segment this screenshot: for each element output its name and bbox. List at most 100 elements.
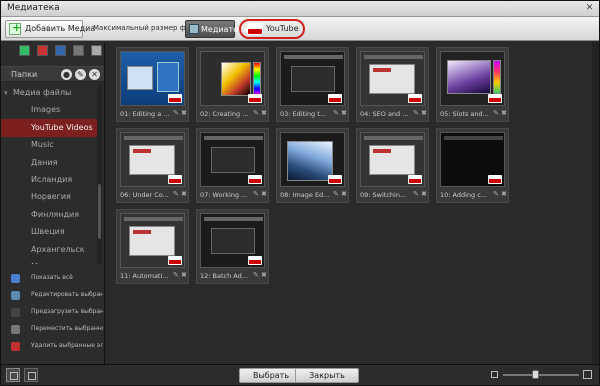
delete-item-icon[interactable]: ✖ bbox=[421, 190, 427, 198]
delete-item-icon[interactable]: ✖ bbox=[341, 190, 347, 198]
media-item[interactable]: 01: Editing a ... ✎ ✖ bbox=[116, 47, 189, 122]
zoom-slider-handle[interactable] bbox=[532, 370, 539, 379]
add-media-button[interactable]: Добавить Медиа bbox=[5, 20, 95, 38]
folder-item[interactable]: Images bbox=[1, 101, 97, 119]
folders-header: Папки ● ✎ ✕ bbox=[1, 66, 104, 82]
rename-folder-icon[interactable]: ✎ bbox=[75, 69, 86, 80]
video-thumbnail[interactable] bbox=[440, 51, 505, 106]
media-item-caption: 02: Creating ... bbox=[200, 110, 249, 118]
media-item[interactable]: 10: Adding c... ✎ ✖ bbox=[436, 128, 509, 203]
youtube-badge-icon bbox=[168, 256, 182, 265]
video-thumbnail[interactable] bbox=[360, 51, 425, 106]
folder-item[interactable]: Архангельск bbox=[1, 241, 97, 259]
select-button[interactable]: Выбрать bbox=[239, 368, 303, 383]
delete-item-icon[interactable]: ✖ bbox=[181, 109, 187, 117]
tab-media-library[interactable]: Медиатека bbox=[185, 20, 248, 38]
edit-item-icon[interactable]: ✎ bbox=[253, 271, 259, 279]
tab-youtube[interactable]: YouTube bbox=[239, 19, 305, 39]
edit-item-icon[interactable]: ✎ bbox=[173, 109, 179, 117]
action-item[interactable]: Удалить выбранные элемент bbox=[1, 338, 104, 356]
edit-item-icon[interactable]: ✎ bbox=[173, 271, 179, 279]
media-item-caption: 06: Under Co... bbox=[120, 191, 169, 199]
action-item[interactable]: Предзагрузить выбранные э bbox=[1, 304, 104, 322]
edit-item-icon[interactable]: ✎ bbox=[253, 109, 259, 117]
zoom-in-icon[interactable] bbox=[583, 370, 592, 379]
media-item[interactable]: 06: Under Co... ✎ ✖ bbox=[116, 128, 189, 203]
media-item-caption: 03: Editing t... bbox=[280, 110, 326, 118]
folder-tree: Медиа файлыImagesYouTube VideosMusicДани… bbox=[1, 84, 97, 264]
edit-item-icon[interactable]: ✎ bbox=[413, 190, 419, 198]
youtube-badge-icon bbox=[168, 175, 182, 184]
list-view-icon[interactable] bbox=[24, 368, 38, 382]
folder-item[interactable]: YouTube Videos bbox=[1, 118, 97, 137]
edit-item-icon[interactable]: ✎ bbox=[413, 109, 419, 117]
edit-item-icon[interactable]: ✎ bbox=[333, 190, 339, 198]
video-thumbnail[interactable] bbox=[200, 51, 265, 106]
action-icon bbox=[11, 274, 20, 283]
close-button[interactable]: Закрыть bbox=[295, 368, 359, 383]
video-thumbnail[interactable] bbox=[120, 51, 185, 106]
media-item-caption: 04: SEO and ... bbox=[360, 110, 409, 118]
video-thumbnail[interactable] bbox=[280, 51, 345, 106]
folder-item[interactable]: Медиа файлы bbox=[1, 84, 97, 102]
video-thumbnail[interactable] bbox=[200, 132, 265, 187]
youtube-badge-icon bbox=[488, 94, 502, 103]
zoom-slider[interactable] bbox=[503, 374, 579, 376]
delete-item-icon[interactable]: ✖ bbox=[261, 190, 267, 198]
delete-item-icon[interactable]: ✖ bbox=[261, 109, 267, 117]
action-icon bbox=[11, 325, 20, 334]
delete-item-icon[interactable]: ✖ bbox=[261, 271, 267, 279]
edit-item-icon[interactable]: ✎ bbox=[333, 109, 339, 117]
media-item[interactable]: 07: Working ... ✎ ✖ bbox=[196, 128, 269, 203]
filter-all-icon[interactable] bbox=[19, 45, 30, 56]
delete-item-icon[interactable]: ✖ bbox=[341, 109, 347, 117]
delete-item-icon[interactable]: ✖ bbox=[501, 190, 507, 198]
folder-tree-scrollbar[interactable] bbox=[97, 84, 102, 264]
delete-item-icon[interactable]: ✖ bbox=[421, 109, 427, 117]
media-item[interactable]: 08: Image Ed... ✎ ✖ bbox=[276, 128, 349, 203]
media-item[interactable]: 12: Batch Ad... ✎ ✖ bbox=[196, 209, 269, 284]
media-grid-scrollbar[interactable] bbox=[592, 42, 599, 364]
folder-item[interactable]: Мурманск bbox=[1, 258, 97, 264]
edit-item-icon[interactable]: ✎ bbox=[253, 190, 259, 198]
media-item[interactable]: 02: Creating ... ✎ ✖ bbox=[196, 47, 269, 122]
filter-documents-icon[interactable] bbox=[37, 45, 48, 56]
video-thumbnail[interactable] bbox=[200, 213, 265, 268]
video-thumbnail[interactable] bbox=[280, 132, 345, 187]
folder-item[interactable]: Норвегия bbox=[1, 188, 97, 206]
filter-images-icon[interactable] bbox=[55, 45, 66, 56]
media-item[interactable]: 03: Editing t... ✎ ✖ bbox=[276, 47, 349, 122]
folder-item[interactable]: Music bbox=[1, 136, 97, 154]
action-item[interactable]: Переместить выбранные эле bbox=[1, 321, 104, 339]
action-item[interactable]: Редактировать выбранный э bbox=[1, 287, 104, 305]
folder-item[interactable]: Исландия bbox=[1, 171, 97, 189]
video-thumbnail[interactable] bbox=[120, 213, 185, 268]
edit-item-icon[interactable]: ✎ bbox=[493, 109, 499, 117]
zoom-out-icon[interactable] bbox=[491, 371, 498, 378]
close-window-button[interactable]: ✕ bbox=[584, 3, 595, 14]
delete-item-icon[interactable]: ✖ bbox=[181, 190, 187, 198]
media-item[interactable]: 11: Automati... ✎ ✖ bbox=[116, 209, 189, 284]
tab-youtube-label: YouTube bbox=[266, 24, 299, 33]
video-thumbnail[interactable] bbox=[360, 132, 425, 187]
media-item[interactable]: 05: Slots and... ✎ ✖ bbox=[436, 47, 509, 122]
edit-item-icon[interactable]: ✎ bbox=[493, 190, 499, 198]
folder-item[interactable]: Швеция bbox=[1, 223, 97, 241]
delete-item-icon[interactable]: ✖ bbox=[501, 109, 507, 117]
delete-item-icon[interactable]: ✖ bbox=[181, 271, 187, 279]
delete-folder-icon[interactable]: ✕ bbox=[89, 69, 100, 80]
edit-item-icon[interactable]: ✎ bbox=[173, 190, 179, 198]
media-item[interactable]: 09: Switchin... ✎ ✖ bbox=[356, 128, 429, 203]
filter-audio-icon[interactable] bbox=[73, 45, 84, 56]
grid-view-icon[interactable] bbox=[6, 368, 20, 382]
action-label: Редактировать выбранный э bbox=[31, 291, 103, 298]
folder-item[interactable]: Дания bbox=[1, 154, 97, 172]
filter-video-icon[interactable] bbox=[91, 45, 102, 56]
video-thumbnail[interactable] bbox=[440, 132, 505, 187]
add-folder-icon[interactable]: ● bbox=[61, 69, 72, 80]
folder-item[interactable]: Финляндия bbox=[1, 206, 97, 224]
action-item[interactable]: Показать всё bbox=[1, 270, 104, 288]
action-label: Удалить выбранные элемент bbox=[31, 342, 103, 349]
media-item[interactable]: 04: SEO and ... ✎ ✖ bbox=[356, 47, 429, 122]
video-thumbnail[interactable] bbox=[120, 132, 185, 187]
